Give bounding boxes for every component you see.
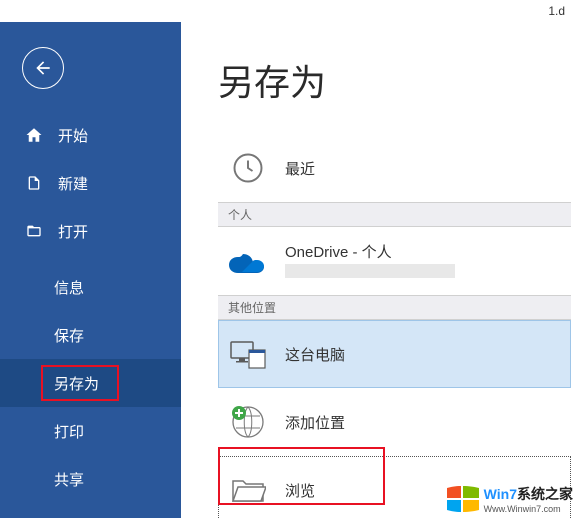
- thispc-label: 这台电脑: [285, 344, 345, 365]
- nav-home[interactable]: 开始: [0, 111, 181, 159]
- recent-label: 最近: [285, 158, 315, 179]
- onedrive-account: [285, 264, 455, 281]
- onedrive-label: OneDrive - 个人: [285, 241, 455, 262]
- windows-logo-icon: [445, 484, 481, 514]
- nav-info[interactable]: 信息: [0, 263, 181, 311]
- location-onedrive[interactable]: OneDrive - 个人: [218, 227, 571, 295]
- nav-open[interactable]: 打开: [0, 207, 181, 255]
- folder-open-icon: [24, 221, 44, 241]
- watermark: Win7系统之家 Www.Winwin7.com: [445, 484, 573, 514]
- filename-label: 1.d: [548, 4, 565, 18]
- wm-url: Www.Winwin7.com: [484, 504, 573, 514]
- section-personal: 个人: [218, 202, 571, 227]
- addplace-label: 添加位置: [285, 412, 345, 433]
- backstage-sidebar: 开始 新建 打开 信息 保存 另存为 打印 共享: [0, 22, 181, 518]
- nav-open-label: 打开: [58, 221, 88, 242]
- browse-folder-icon: [227, 469, 269, 511]
- wm-brand2: 系统之家: [517, 486, 573, 502]
- home-icon: [24, 125, 44, 145]
- nav-save[interactable]: 保存: [0, 311, 181, 359]
- main-panel: 另存为 最近 个人 OneDrive - 个人: [181, 22, 575, 518]
- nav-home-label: 开始: [58, 125, 88, 146]
- back-arrow-icon: [33, 58, 53, 78]
- onedrive-icon: [227, 240, 269, 282]
- addplace-icon: [227, 401, 269, 443]
- nav-new[interactable]: 新建: [0, 159, 181, 207]
- nav-new-label: 新建: [58, 173, 88, 194]
- wm-brand1: Win7: [484, 486, 517, 502]
- location-recent[interactable]: 最近: [218, 134, 571, 202]
- document-icon: [24, 173, 44, 193]
- back-button[interactable]: [22, 47, 64, 89]
- browse-label: 浏览: [285, 480, 315, 501]
- location-addplace[interactable]: 添加位置: [218, 388, 571, 456]
- location-thispc[interactable]: 这台电脑: [218, 320, 571, 388]
- clock-icon: [227, 147, 269, 189]
- section-other: 其他位置: [218, 295, 571, 320]
- nav-saveas[interactable]: 另存为: [0, 359, 181, 407]
- thispc-icon: [227, 333, 269, 375]
- nav-share[interactable]: 共享: [0, 455, 181, 503]
- nav-print[interactable]: 打印: [0, 407, 181, 455]
- page-title: 另存为: [218, 54, 575, 106]
